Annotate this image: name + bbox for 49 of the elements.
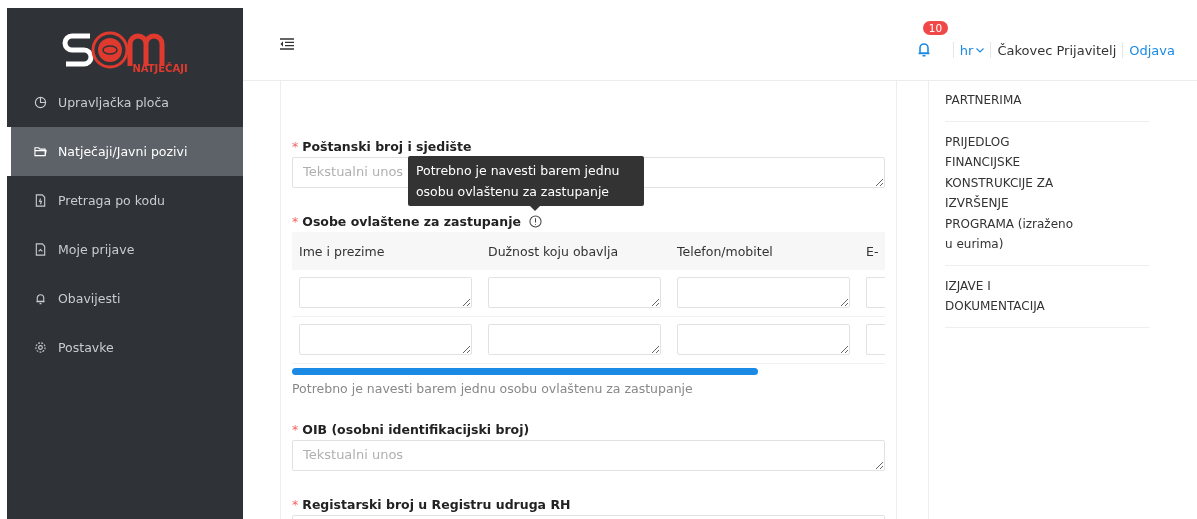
- tooltip-pointer: [529, 206, 540, 211]
- table-input[interactable]: [866, 324, 885, 355]
- section-link[interactable]: PARTNERIMA: [945, 81, 1149, 122]
- info-icon[interactable]: [528, 215, 542, 228]
- tooltip: Potrebno je navesti barem jednu osobu ovlaštenu za zastupanje: [407, 156, 644, 206]
- table-input[interactable]: [299, 277, 472, 308]
- required-mark: *: [292, 422, 299, 437]
- table-input[interactable]: [299, 324, 472, 355]
- notification-bell-icon[interactable]: [916, 40, 931, 57]
- table-input[interactable]: [866, 277, 885, 308]
- column-header: Ime i prezime: [299, 243, 386, 259]
- column-header: Telefon/mobitel: [677, 243, 774, 259]
- field-label: OIB (osobni identifikacijski broj): [302, 422, 530, 437]
- table-input[interactable]: [488, 277, 661, 308]
- field-hint: Potrebno je navesti barem jednu osobu ovlaštenu za zastupanje: [292, 381, 694, 396]
- section-link[interactable]: PRIJEDLOG FINANCIJSKE KONSTRUKCIJE ZA IZVRŠENJE PROGRAMA (izraženo u eurima): [945, 121, 1149, 266]
- sidebar-item[interactable]: Moje prijave: [7, 225, 243, 274]
- required-mark: *: [292, 497, 299, 512]
- column-header: E-: [866, 243, 880, 259]
- logo-text: NATJEČAJI: [132, 63, 188, 74]
- folder-icon: [34, 145, 47, 158]
- user-name: Čakovec Prijavitelj: [997, 42, 1117, 58]
- logout-link[interactable]: Odjava: [1129, 42, 1175, 58]
- column-header: Dužnost koju obavlja: [488, 243, 620, 259]
- required-mark: *: [292, 139, 299, 154]
- chevron-down-icon: [976, 47, 985, 53]
- sidebar-item[interactable]: Upravljačka ploča: [7, 78, 243, 127]
- text-area[interactable]: Tekstualni unos: [292, 440, 885, 471]
- field-label: Poštanski broj i sjedište: [302, 139, 472, 154]
- pie-chart-icon: [34, 96, 47, 109]
- menu-collapse-icon[interactable]: [280, 38, 294, 50]
- field-label: Registarski broj u Registru udruga RH: [302, 497, 571, 512]
- sidebar-item[interactable]: Natječaji/Javni pozivi: [7, 127, 243, 176]
- table-input[interactable]: [488, 324, 661, 355]
- language-selector[interactable]: hr: [959, 42, 985, 58]
- settings-icon: [34, 341, 47, 354]
- document-icon: [34, 194, 47, 207]
- table-input[interactable]: [677, 324, 850, 355]
- table-input[interactable]: [677, 277, 850, 308]
- sidebar-item[interactable]: Pretraga po kodu: [7, 176, 243, 225]
- field-label: Osobe ovlaštene za zastupanje: [302, 214, 521, 229]
- notification-count: 10: [922, 20, 949, 35]
- horizontal-scrollbar[interactable]: [292, 368, 758, 375]
- sidebar-item[interactable]: Postavke: [7, 323, 243, 372]
- document-icon: [34, 243, 47, 256]
- bell-icon: [34, 292, 47, 305]
- required-mark: *: [292, 214, 299, 229]
- sidebar-item[interactable]: Obavijesti: [7, 274, 243, 323]
- section-link[interactable]: IZJAVE I DOKUMENTACIJA: [945, 265, 1149, 328]
